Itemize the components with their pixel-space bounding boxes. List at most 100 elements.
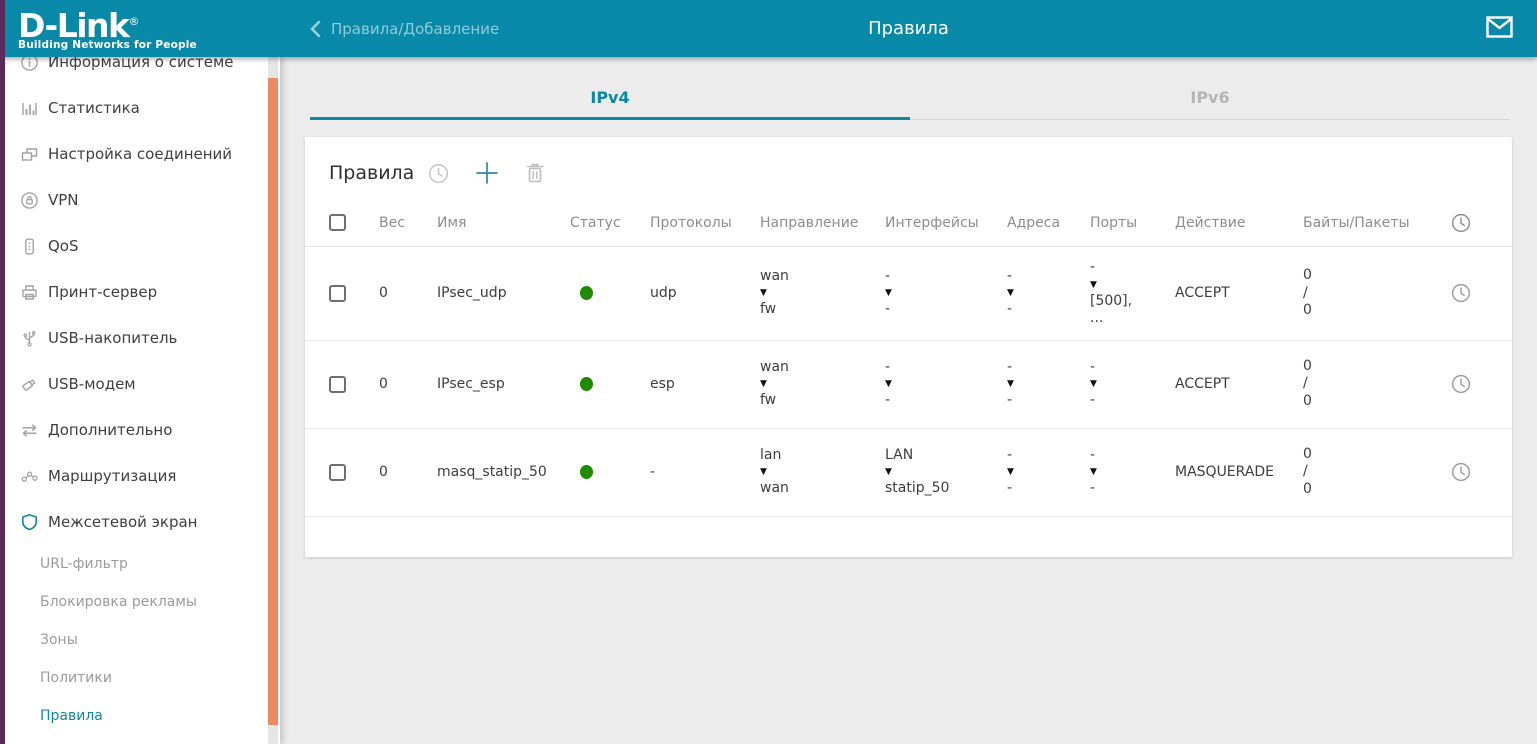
sidebar-item[interactable]: Настройка соединений xyxy=(0,131,280,177)
rule-interfaces: -▼- xyxy=(885,359,1007,410)
rules-card: Правила Вес xyxy=(305,137,1512,557)
sidebar-item[interactable]: Дополнительно xyxy=(0,407,280,453)
sidebar-subitem[interactable]: Зоны xyxy=(0,621,280,659)
row-checkbox[interactable] xyxy=(329,376,346,393)
status-dot-enabled xyxy=(580,286,593,300)
sidebar-subitem[interactable]: Блокировка рекламы xyxy=(0,583,280,621)
clock-icon xyxy=(1451,213,1471,233)
column-header-schedule xyxy=(1451,213,1508,233)
sidebar-item[interactable]: VPN xyxy=(0,177,280,223)
registered-mark: ® xyxy=(128,15,138,28)
add-rule-button[interactable] xyxy=(475,161,499,185)
column-header-bytes-packets: Байты/Пакеты xyxy=(1303,215,1451,231)
sidebar-item[interactable]: Маршрутизация xyxy=(0,453,280,499)
sidebar-subitem-label: URL-фильтр xyxy=(40,556,128,572)
select-all-checkbox[interactable] xyxy=(329,214,346,231)
sidebar-subitem[interactable]: URL-фильтр xyxy=(0,545,280,583)
rule-weight: 0 xyxy=(379,376,437,392)
chevron-left-icon xyxy=(310,20,321,38)
column-header-interfaces: Интерфейсы xyxy=(885,215,1007,231)
sidebar-item-label: VPN xyxy=(48,191,79,209)
rule-schedule-clock-icon[interactable] xyxy=(1451,283,1508,303)
sidebar-item-label: Дополнительно xyxy=(48,421,172,439)
rule-addresses: -▼- xyxy=(1007,447,1090,498)
rule-schedule-clock-icon[interactable] xyxy=(1451,374,1508,394)
row-checkbox[interactable] xyxy=(329,285,346,302)
rule-action: ACCEPT xyxy=(1175,376,1303,392)
shield-icon xyxy=(18,513,40,532)
sidebar-item-label: USB-модем xyxy=(48,375,136,393)
rule-ports: -▼- xyxy=(1090,359,1175,410)
rule-action: MASQUERADE xyxy=(1175,464,1303,480)
breadcrumb-back[interactable]: Правила/Добавление xyxy=(310,20,499,38)
sidebar-item-label: Статистика xyxy=(48,99,140,117)
rule-direction: wan▼fw xyxy=(760,359,885,410)
rule-row[interactable]: 0IPsec_espespwan▼fw-▼--▼--▼-ACCEPT0/0 xyxy=(305,341,1512,429)
rule-bytes-packets: 0/0 xyxy=(1303,267,1451,320)
sidebar-scrollbar-thumb[interactable] xyxy=(268,78,278,725)
sidebar-item[interactable]: Межсетевой экран xyxy=(0,499,280,545)
sidebar-subitem[interactable]: Правила xyxy=(0,697,280,735)
column-header-ports: Порты xyxy=(1090,215,1175,231)
rule-row[interactable]: 0IPsec_udpudpwan▼fw-▼--▼--▼[500],...ACCE… xyxy=(305,247,1512,341)
rule-ports: -▼[500],... xyxy=(1090,259,1175,328)
sidebar: Информация о системе Статистика Настройка … xyxy=(0,57,280,744)
sidebar-item[interactable]: USB-накопитель xyxy=(0,315,280,361)
column-header-name: Имя xyxy=(437,215,570,231)
mail-notifications-button[interactable] xyxy=(1486,16,1513,41)
sidebar-scrollbar-track[interactable] xyxy=(268,57,278,744)
tab-ipv4[interactable]: IPv4 xyxy=(310,57,910,120)
sidebar-item-label: Настройка соединений xyxy=(48,145,232,163)
rule-direction: lan▼wan xyxy=(760,447,885,498)
trash-icon xyxy=(525,162,545,184)
table-body: 0IPsec_udpudpwan▼fw-▼--▼--▼[500],...ACCE… xyxy=(305,247,1512,517)
rule-interfaces: -▼- xyxy=(885,268,1007,319)
delete-rules-button[interactable] xyxy=(525,162,545,184)
sidebar-item-label: Принт-сервер xyxy=(48,283,157,301)
sidebar-item[interactable]: Принт-сервер xyxy=(0,269,280,315)
rule-name: IPsec_esp xyxy=(437,376,570,392)
sidebar-item[interactable]: QoS xyxy=(0,223,280,269)
column-header-weight: Вес xyxy=(379,215,437,231)
rule-direction: wan▼fw xyxy=(760,268,885,319)
rule-row[interactable]: 0masq_statip_50-lan▼wanLAN▼statip_50-▼--… xyxy=(305,429,1512,517)
tab-ipv6[interactable]: IPv6 xyxy=(910,57,1510,120)
rule-protocols: esp xyxy=(650,376,760,392)
rule-bytes-packets: 0/0 xyxy=(1303,446,1451,499)
envelope-icon xyxy=(1486,16,1513,38)
sidebar-subitem[interactable]: Политики xyxy=(0,659,280,697)
sidebar-item-label: Информация о системе xyxy=(48,57,234,71)
column-header-status: Статус xyxy=(570,215,650,231)
arrows-swap-icon xyxy=(18,421,40,440)
rule-addresses: -▼- xyxy=(1007,268,1090,319)
sidebar-item[interactable]: Статистика xyxy=(0,85,280,131)
sidebar-subitem-label: Зоны xyxy=(40,632,78,648)
sidebar-subitem-label: Блокировка рекламы xyxy=(40,594,197,610)
sidebar-item-label: USB-накопитель xyxy=(48,329,177,347)
logo-tagline: Building Networks for People xyxy=(18,39,280,51)
sidebar-item[interactable]: USB-модем xyxy=(0,361,280,407)
row-checkbox[interactable] xyxy=(329,464,346,481)
usb-icon xyxy=(18,329,40,348)
sidebar-item[interactable]: Информация о системе xyxy=(0,57,280,85)
rule-schedule-clock-icon[interactable] xyxy=(1451,462,1508,482)
dlink-logo: D-Link® Building Networks for People xyxy=(0,7,280,51)
rules-card-title: Правила xyxy=(329,162,414,184)
vpn-lock-icon xyxy=(18,191,40,210)
rule-protocols: - xyxy=(650,464,760,480)
info-icon xyxy=(18,57,40,72)
column-header-direction: Направление xyxy=(760,215,885,231)
table-header-row: Вес Имя Статус Протоколы Направление Инт… xyxy=(305,199,1512,247)
printer-icon xyxy=(18,283,40,302)
sidebar-item-label: QoS xyxy=(48,237,79,255)
rule-weight: 0 xyxy=(379,464,437,480)
rule-interfaces: LAN▼statip_50 xyxy=(885,447,1007,498)
statistics-icon xyxy=(18,99,40,118)
rule-ports: -▼- xyxy=(1090,447,1175,498)
rule-addresses: -▼- xyxy=(1007,359,1090,410)
usb-modem-icon xyxy=(18,375,40,394)
schedule-button[interactable] xyxy=(428,163,449,184)
left-edge-strip xyxy=(0,0,5,744)
column-header-addresses: Адреса xyxy=(1007,215,1090,231)
sidebar-nav: Информация о системе Статистика Настройка … xyxy=(0,57,280,735)
